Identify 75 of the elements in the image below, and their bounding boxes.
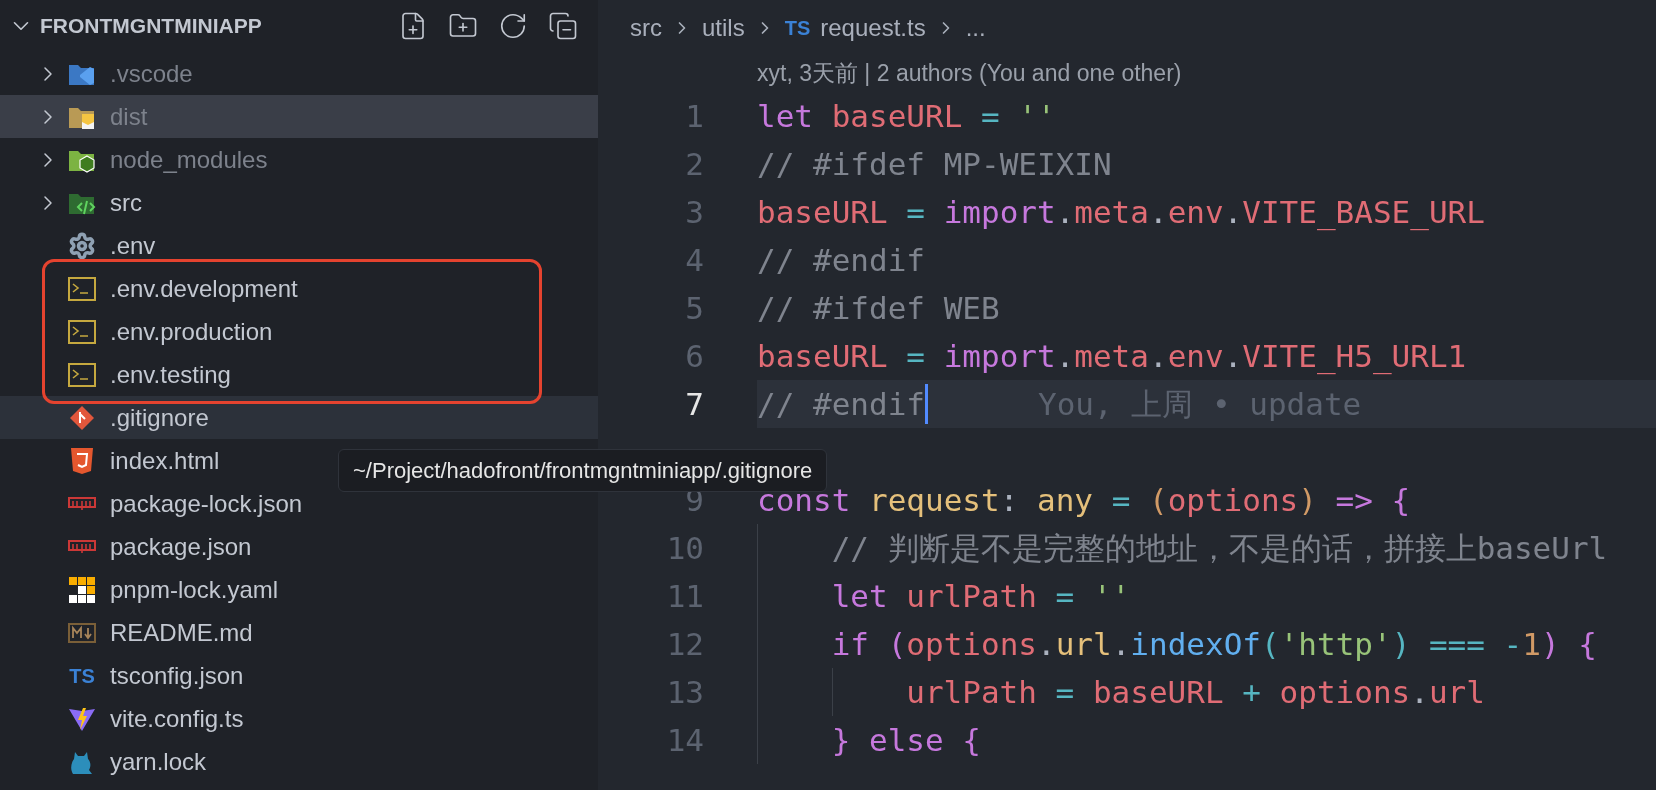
- file-tree-item[interactable]: .env.development: [0, 267, 598, 310]
- breadcrumb-item[interactable]: src: [630, 9, 662, 46]
- line-number: 1: [685, 97, 704, 134]
- shield-icon: [70, 446, 94, 475]
- file-tree-item[interactable]: .gitignore: [0, 396, 598, 439]
- code-line: if (options.url.indexOf('http') === -1) {: [831, 624, 1597, 664]
- file-name: index.html: [110, 445, 220, 476]
- file-tree-item[interactable]: yarn.lock: [0, 740, 598, 783]
- file-name: README.md: [110, 617, 253, 648]
- tooltip: ~/Project/hadofront/frontmgntminiapp/.gitignore: [338, 449, 828, 492]
- file-name: vite.config.ts: [110, 703, 244, 734]
- file-name: tsconfig.json: [110, 660, 244, 691]
- file-name: package.json: [110, 531, 252, 562]
- code-line: // #endif: [757, 240, 925, 280]
- line-number: 12: [666, 625, 704, 662]
- file-tree-item[interactable]: src: [0, 181, 598, 224]
- markdown-icon: [68, 622, 96, 643]
- file-name: src: [110, 187, 142, 218]
- file-name: .gitignore: [110, 402, 209, 433]
- line-number: 14: [666, 721, 704, 758]
- code-line: } else {: [831, 720, 981, 760]
- file-tree-item[interactable]: .env: [0, 224, 598, 267]
- terminal-icon: [68, 362, 96, 387]
- file-name: dist: [110, 101, 148, 132]
- file-name: .env: [110, 230, 156, 261]
- line-number: 5: [685, 289, 704, 326]
- npm-icon: [68, 539, 96, 554]
- file-tree-item[interactable]: node_modules: [0, 138, 598, 181]
- file-name: node_modules: [110, 144, 268, 175]
- code-line: // #endif: [757, 384, 925, 424]
- line-number: 3: [685, 193, 704, 230]
- breadcrumb-item[interactable]: utils: [702, 9, 745, 46]
- line-number: 10: [666, 529, 704, 566]
- file-tree-item[interactable]: TS tsconfig.json: [0, 654, 598, 697]
- grid-icon: [69, 576, 95, 603]
- line-number: 11: [666, 577, 704, 614]
- file-name: package-lock.json: [110, 488, 303, 519]
- code-line: // #ifdef MP-WEIXIN: [757, 144, 1112, 184]
- file-tree-item[interactable]: .vscode: [0, 52, 598, 95]
- code-line: baseURL = import.meta.env.VITE_BASE_URL: [757, 192, 1485, 233]
- file-name: yarn.lock: [110, 746, 207, 777]
- file-tree-item[interactable]: pnpm-lock.yaml: [0, 568, 598, 611]
- blame-annotation: xyt, 3天前 | 2 authors (You and one other): [757, 59, 1182, 89]
- code-line: let urlPath = '': [831, 576, 1131, 616]
- npm-icon: [68, 496, 96, 511]
- file-tree-item[interactable]: .env.testing: [0, 353, 598, 396]
- text-cursor: [925, 384, 928, 424]
- file-name: .vscode: [110, 58, 193, 89]
- code-line: urlPath = baseURL + options.url: [906, 672, 1485, 712]
- file-name: .env.production: [110, 316, 273, 347]
- file-type-label: TS: [784, 15, 811, 41]
- file-tree-item[interactable]: package.json: [0, 525, 598, 568]
- file-name: .env.development: [110, 273, 298, 304]
- file-name: pnpm-lock.yaml: [110, 574, 279, 605]
- terminal-icon: [68, 276, 96, 301]
- file-tree-item[interactable]: .env.production: [0, 310, 598, 353]
- line-number: 7: [685, 385, 704, 422]
- git-icon: [69, 404, 95, 431]
- file-type-label: TS: [69, 665, 95, 686]
- breadcrumb-item[interactable]: ...: [965, 9, 986, 46]
- file-tree-item[interactable]: vite.config.ts: [0, 697, 598, 740]
- line-number: 2: [685, 145, 704, 182]
- code-line: // #ifdef WEB: [757, 288, 1000, 328]
- breadcrumb-item[interactable]: request.ts: [820, 9, 926, 46]
- gear-icon: [68, 231, 96, 260]
- file-tree-item[interactable]: README.md: [0, 611, 598, 654]
- line-number: 4: [685, 241, 704, 278]
- file-name: .env.testing: [110, 359, 231, 390]
- code-line: let baseURL = '': [757, 96, 1056, 136]
- line-number: 13: [666, 673, 704, 710]
- explorer-title: FRONTMGNTMINIAPP: [40, 13, 262, 40]
- terminal-icon: [68, 319, 96, 344]
- code-line: baseURL = import.meta.env.VITE_H5_URL1: [757, 336, 1467, 377]
- line-number: 6: [685, 337, 704, 374]
- code-line: // 判断是不是完整的地址，不是的话，拼接上baseUrl: [831, 528, 1608, 568]
